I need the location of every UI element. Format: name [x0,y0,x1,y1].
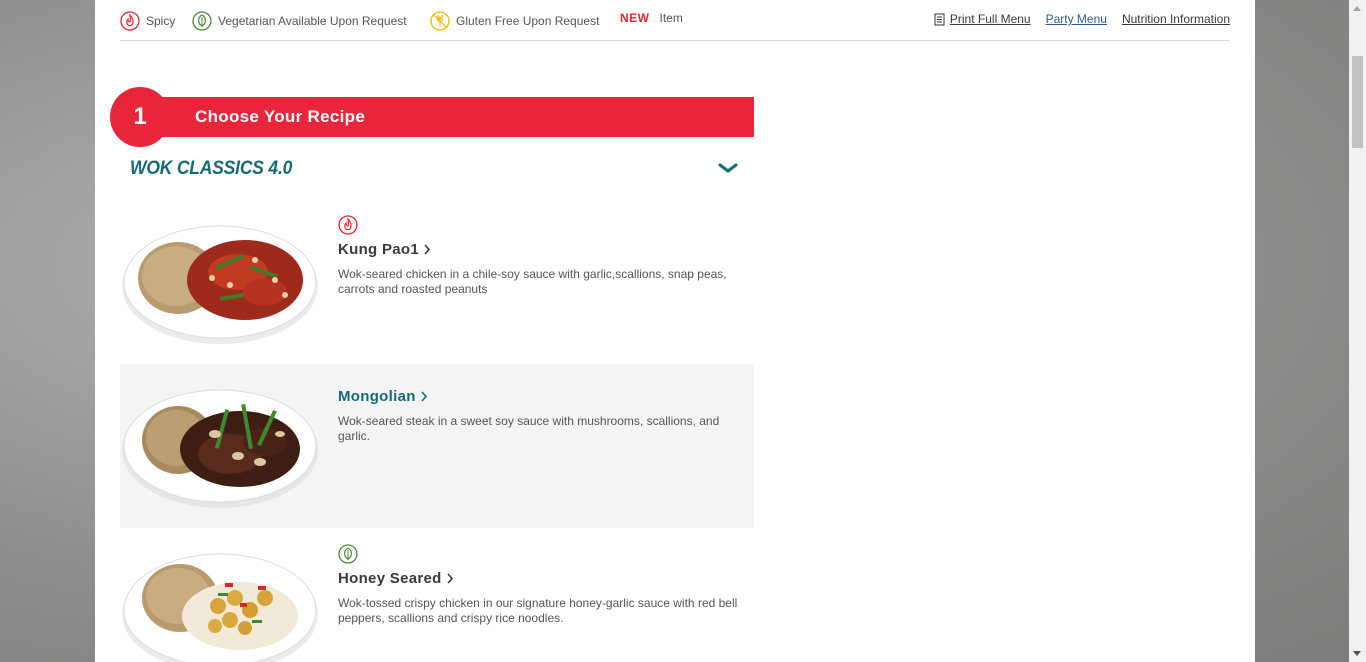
scroll-thumb[interactable] [1352,56,1363,148]
honey-seared-image [122,553,318,662]
kung-pao-image [122,225,318,344]
menu-item-name-text: Mongolian [338,388,416,405]
legend-bar: Spicy Vegetarian Available Upon Request … [120,0,1230,41]
menu-item-name[interactable]: Honey Seared [338,570,453,587]
vegetarian-icon [192,11,212,31]
menu-item-mongolian[interactable]: Mongolian Wok-seared steak in a sweet so… [120,364,754,528]
menu-item-description: Wok-tossed crispy chicken in our signatu… [338,596,738,625]
chevron-right-icon [421,391,427,402]
menu-page: Spicy Vegetarian Available Upon Request … [95,0,1255,662]
scroll-up-arrow[interactable] [1353,6,1361,11]
menu-item-name-text: Kung Pao [338,241,411,258]
legend-new: NEW Item [620,11,683,25]
step-title: Choose Your Recipe [195,107,366,126]
spicy-icon [120,11,140,31]
spicy-icon [338,215,358,235]
nutrition-info-link[interactable]: Nutrition Information [1122,12,1230,26]
menu-item-honey-seared[interactable]: Honey Seared Wok-tossed crispy chicken i… [120,528,754,662]
menu-item-body: Mongolian Wok-seared steak in a sweet so… [338,388,738,444]
legend-spicy-label: Spicy [146,14,176,28]
new-badge: NEW [620,11,650,25]
legend-gluten-free-label: Gluten Free Upon Request [456,14,600,28]
menu-item-description: Wok-seared chicken in a chile-soy sauce … [338,267,727,296]
menu-item-name[interactable]: Kung Pao1 [338,241,431,258]
chevron-right-icon [447,573,453,584]
menu-item-name-text: Honey Seared [338,570,442,587]
menu-item-superscript: 1 [410,241,420,258]
vegetarian-icon [338,544,358,564]
menu-item-name[interactable]: Mongolian [338,388,427,405]
legend-gluten-free: Gluten Free Upon Request [430,11,599,31]
print-menu-label: Print Full Menu [949,12,1031,26]
legend-spicy: Spicy [120,11,175,31]
menu-item-body: Honey Seared Wok-tossed crispy chicken i… [338,544,738,626]
legend-vegetarian-label: Vegetarian Available Upon Request [218,14,407,28]
menu-item-body: Kung Pao1 Wok-seared chicken in a chile-… [338,215,738,297]
party-menu-link[interactable]: Party Menu [1046,12,1107,26]
mongolian-image [122,389,318,508]
gluten-free-icon [430,11,450,31]
step-header: 1 Choose Your Recipe [110,87,754,147]
chevron-right-icon [424,244,431,255]
chevron-down-icon[interactable] [717,160,739,176]
menu-item-description: Wok-seared steak in a sweet soy sauce wi… [338,414,720,443]
legend-vegetarian: Vegetarian Available Upon Request [192,11,407,31]
page-scrollbar[interactable] [1349,0,1366,662]
step-number: 1 [110,87,170,147]
print-menu-link[interactable]: Print Full Menu [933,12,1031,26]
menu-item-kung-pao[interactable]: Kung Pao1 Wok-seared chicken in a chile-… [120,200,754,364]
top-links: Print Full Menu Party Menu Nutrition Inf… [933,12,1230,26]
legend-new-label: Item [659,11,683,25]
printer-icon [934,13,945,25]
category-title[interactable]: WOK CLASSICS 4.0 [130,158,292,180]
scroll-down-arrow[interactable] [1353,651,1361,656]
